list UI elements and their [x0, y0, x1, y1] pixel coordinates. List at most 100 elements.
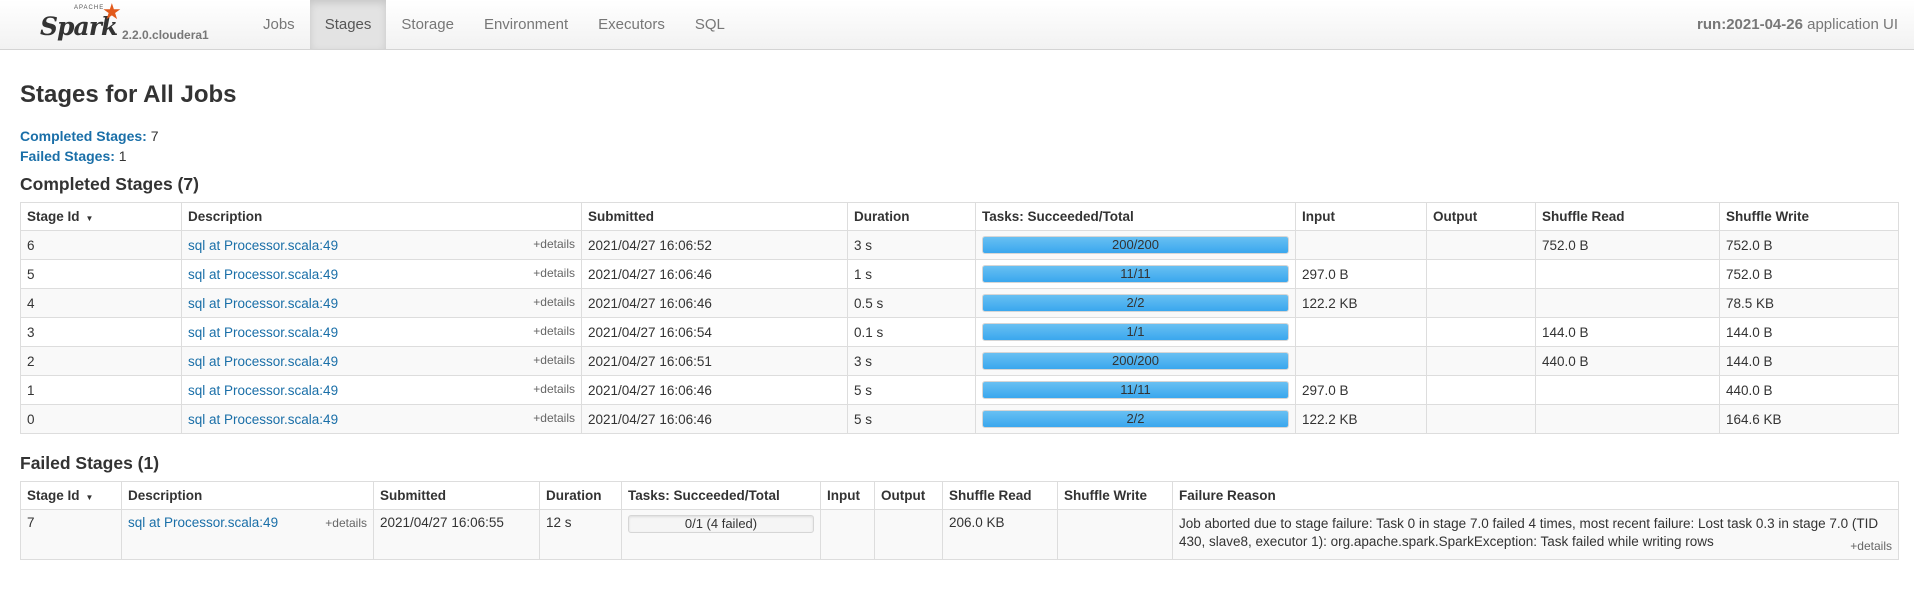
stage-description-link[interactable]: sql at Processor.scala:49 — [128, 515, 278, 530]
column-header-submitted[interactable]: Submitted — [373, 481, 540, 510]
details-toggle[interactable]: +details — [533, 266, 575, 280]
tasks-progress-bar: 11/11 — [982, 265, 1289, 283]
column-header-shuffle-read[interactable]: Shuffle Read — [942, 481, 1058, 510]
details-toggle[interactable]: +details — [533, 353, 575, 367]
failure-reason-cell: Job aborted due to stage failure: Task 0… — [1172, 509, 1899, 560]
tasks-progress-bar: 1/1 — [982, 323, 1289, 341]
details-toggle[interactable]: +details — [533, 411, 575, 425]
details-toggle[interactable]: +details — [533, 237, 575, 251]
output-cell — [1426, 404, 1536, 434]
spark-version: 2.2.0.cloudera1 — [122, 28, 209, 42]
failed-stages-link[interactable]: Failed Stages: — [20, 148, 115, 164]
column-header-label: Submitted — [588, 209, 654, 224]
stage-id-cell: 1 — [20, 375, 182, 405]
column-header-label: Description — [128, 488, 203, 503]
column-header-duration[interactable]: Duration — [539, 481, 622, 510]
submitted-cell: 2021/04/27 16:06:54 — [581, 317, 848, 347]
tasks-progress-label: 11/11 — [1120, 266, 1151, 281]
column-header-label: Shuffle Write — [1064, 488, 1148, 503]
tasks-progress-label: 200/200 — [1112, 237, 1159, 252]
input-cell — [1295, 346, 1427, 376]
column-header-input[interactable]: Input — [820, 481, 875, 510]
tasks-progress-bar: 2/2 — [982, 410, 1289, 428]
column-header-label: Tasks: Succeeded/Total — [628, 488, 780, 503]
column-header-output[interactable]: Output — [874, 481, 943, 510]
column-header-label: Shuffle Write — [1726, 209, 1810, 224]
stage-description-link[interactable]: sql at Processor.scala:49 — [188, 267, 338, 282]
shuffle-read-cell — [1535, 259, 1720, 289]
column-header-duration[interactable]: Duration — [847, 202, 976, 231]
column-header-shuffle-read[interactable]: Shuffle Read — [1535, 202, 1720, 231]
duration-cell: 12 s — [539, 509, 622, 560]
table-row: 0 sql at Processor.scala:49 +details 2021/0… — [20, 404, 1899, 434]
nav-tab-executors[interactable]: Executors — [583, 0, 680, 49]
description-cell: sql at Processor.scala:49 +details — [181, 317, 582, 347]
stage-description-link[interactable]: sql at Processor.scala:49 — [188, 296, 338, 311]
column-header-submitted[interactable]: Submitted — [581, 202, 848, 231]
stage-description-link[interactable]: sql at Processor.scala:49 — [188, 354, 338, 369]
table-row: 3 sql at Processor.scala:49 +details 2021/0… — [20, 317, 1899, 347]
tasks-progress-label: 11/11 — [1120, 382, 1151, 397]
output-cell — [1426, 288, 1536, 318]
output-cell — [1426, 346, 1536, 376]
column-header-label: Shuffle Read — [949, 488, 1032, 503]
column-header-failure-reason[interactable]: Failure Reason — [1172, 481, 1899, 510]
column-header-description[interactable]: Description — [181, 202, 582, 231]
column-header-label: Output — [1433, 209, 1478, 224]
application-suffix: application UI — [1802, 16, 1898, 33]
failure-details-toggle[interactable]: +details — [1850, 537, 1892, 555]
submitted-cell: 2021/04/27 16:06:46 — [581, 404, 848, 434]
submitted-cell: 2021/04/27 16:06:46 — [581, 375, 848, 405]
shuffle-read-cell — [1535, 375, 1720, 405]
column-header-tasks-succeeded-total[interactable]: Tasks: Succeeded/Total — [975, 202, 1296, 231]
tasks-progress-label: 200/200 — [1112, 353, 1159, 368]
shuffle-read-cell: 752.0 B — [1535, 230, 1720, 260]
shuffle-write-cell: 164.6 KB — [1719, 404, 1899, 434]
completed-stages-heading: Completed Stages (7) — [20, 174, 199, 194]
table-header-row: Stage Id ▼ Description Submitted Duration Tas… — [20, 481, 1899, 510]
sort-desc-icon: ▼ — [85, 214, 94, 223]
input-cell — [820, 509, 875, 560]
duration-cell: 5 s — [847, 375, 976, 405]
table-row: 5 sql at Processor.scala:49 +details 2021/0… — [20, 259, 1899, 289]
nav-tab-sql[interactable]: SQL — [680, 0, 740, 49]
duration-cell: 0.5 s — [847, 288, 976, 318]
stage-description-link[interactable]: sql at Processor.scala:49 — [188, 383, 338, 398]
stage-description-link[interactable]: sql at Processor.scala:49 — [188, 238, 338, 253]
tasks-progress-label: 0/1 (4 failed) — [684, 516, 758, 531]
column-header-label: Description — [188, 209, 263, 224]
details-toggle[interactable]: +details — [533, 324, 575, 338]
column-header-stage-id[interactable]: Stage Id ▼ — [20, 481, 122, 510]
shuffle-read-cell: 206.0 KB — [942, 509, 1058, 560]
shuffle-read-cell: 440.0 B — [1535, 346, 1720, 376]
tasks-cell: 11/11 — [975, 375, 1296, 405]
nav-tab-jobs[interactable]: Jobs — [248, 0, 310, 49]
stage-description-link[interactable]: sql at Processor.scala:49 — [188, 325, 338, 340]
column-header-output[interactable]: Output — [1426, 202, 1536, 231]
duration-cell: 3 s — [847, 230, 976, 260]
column-header-description[interactable]: Description — [121, 481, 374, 510]
nav-tab-stages[interactable]: Stages — [309, 0, 387, 49]
stage-description-link[interactable]: sql at Processor.scala:49 — [188, 412, 338, 427]
spark-logo[interactable]: APACHE Spark ★ 2.2.0.cloudera1 — [36, 1, 216, 48]
nav-tab-storage[interactable]: Storage — [386, 0, 469, 49]
column-header-label: Failure Reason — [1179, 488, 1276, 503]
column-header-input[interactable]: Input — [1295, 202, 1427, 231]
details-toggle[interactable]: +details — [325, 516, 367, 530]
completed-stages-count: 7 — [146, 128, 159, 144]
submitted-cell: 2021/04/27 16:06:55 — [373, 509, 540, 560]
shuffle-write-cell: 144.0 B — [1719, 346, 1899, 376]
stage-id-cell: 0 — [20, 404, 182, 434]
column-header-shuffle-write[interactable]: Shuffle Write — [1719, 202, 1899, 231]
column-header-tasks-succeeded-total[interactable]: Tasks: Succeeded/Total — [621, 481, 821, 510]
details-toggle[interactable]: +details — [533, 382, 575, 396]
completed-stages-link[interactable]: Completed Stages: — [20, 128, 147, 144]
column-header-shuffle-write[interactable]: Shuffle Write — [1057, 481, 1173, 510]
nav-tab-environment[interactable]: Environment — [469, 0, 583, 49]
tasks-cell: 11/11 — [975, 259, 1296, 289]
stage-id-cell: 2 — [20, 346, 182, 376]
description-cell: sql at Processor.scala:49 +details — [121, 509, 374, 560]
column-header-stage-id[interactable]: Stage Id ▼ — [20, 202, 182, 231]
details-toggle[interactable]: +details — [533, 295, 575, 309]
top-navbar: APACHE Spark ★ 2.2.0.cloudera1 Jobs Stag… — [0, 0, 1914, 50]
